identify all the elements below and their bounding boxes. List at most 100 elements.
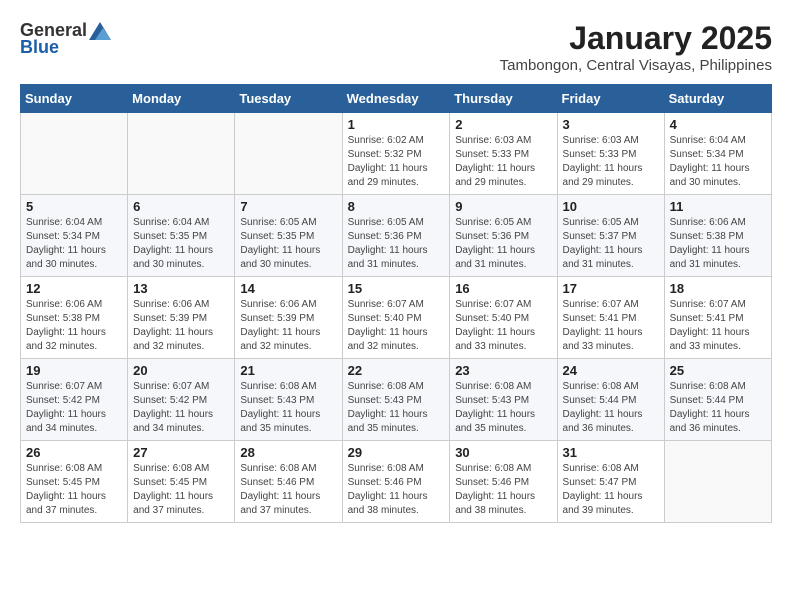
day-number: 27 [133,445,229,460]
day-cell-26: 26Sunrise: 6:08 AMSunset: 5:45 PMDayligh… [21,441,128,523]
week-row-4: 19 Sunrise: 6:07 AMSunset: 5:42 PMDayligh… [21,359,772,441]
day-cell-31: 31 Sunrise: 6:08 AMSunset: 5:47 PMDayligh… [557,441,664,523]
logo-blue: Blue [20,37,59,58]
day-cell-16: 16 Sunrise: 6:07 AMSunset: 5:40 PMDayligh… [450,277,557,359]
day-info: Sunrise: 6:08 AMSunset: 5:46 PMDaylight:… [455,462,551,518]
day-number: 13 [133,281,229,296]
page-header: General Blue January 2025 Tambongon, Cen… [20,20,772,74]
day-number: 12 [26,281,122,296]
empty-cell [21,113,128,195]
day-info: Sunrise: 6:08 AMSunset: 5:46 PMDaylight:… [240,462,336,518]
weekday-header-sunday: Sunday [21,85,128,113]
day-number: 28 [240,445,336,460]
day-cell-19: 19 Sunrise: 6:07 AMSunset: 5:42 PMDayligh… [21,359,128,441]
day-number: 4 [670,117,766,132]
day-info: Sunrise: 6:08 AMSunset: 5:43 PMDaylight:… [348,380,445,436]
day-info: Sunrise: 6:08 AMSunset: 5:43 PMDaylight:… [455,380,551,436]
day-cell-12: 12Sunrise: 6:06 AMSunset: 5:38 PMDayligh… [21,277,128,359]
day-info: Sunrise: 6:07 AMSunset: 5:40 PMDaylight:… [348,298,445,354]
day-number: 10 [563,199,659,214]
day-info: Sunrise: 6:04 AMSunset: 5:34 PMDaylight:… [670,134,766,190]
day-cell-30: 30 Sunrise: 6:08 AMSunset: 5:46 PMDayligh… [450,441,557,523]
day-number: 25 [670,363,766,378]
day-number: 17 [563,281,659,296]
day-cell-13: 13Sunrise: 6:06 AMSunset: 5:39 PMDayligh… [128,277,235,359]
day-number: 9 [455,199,551,214]
day-cell-18: 18 Sunrise: 6:07 AMSunset: 5:41 PMDayligh… [664,277,771,359]
day-info: Sunrise: 6:08 AMSunset: 5:44 PMDaylight:… [670,380,766,436]
weekday-header-tuesday: Tuesday [235,85,342,113]
day-info: Sunrise: 6:08 AMSunset: 5:43 PMDaylight:… [240,380,336,436]
day-number: 11 [670,199,766,214]
day-number: 2 [455,117,551,132]
day-info: Sunrise: 6:03 AMSunset: 5:33 PMDaylight:… [455,134,551,190]
day-info: Sunrise: 6:07 AMSunset: 5:42 PMDaylight:… [133,380,229,436]
weekday-header-wednesday: Wednesday [342,85,450,113]
day-info: Sunrise: 6:08 AMSunset: 5:46 PMDaylight:… [348,462,445,518]
day-cell-7: 7 Sunrise: 6:05 AMSunset: 5:35 PMDaylight… [235,195,342,277]
day-info: Sunrise: 6:05 AMSunset: 5:36 PMDaylight:… [348,216,445,272]
day-number: 21 [240,363,336,378]
week-row-1: 1 Sunrise: 6:02 AMSunset: 5:32 PMDaylight… [21,113,772,195]
title-block: January 2025 Tambongon, Central Visayas,… [500,20,772,74]
day-cell-1: 1 Sunrise: 6:02 AMSunset: 5:32 PMDaylight… [342,113,450,195]
day-number: 31 [563,445,659,460]
day-number: 30 [455,445,551,460]
day-cell-24: 24 Sunrise: 6:08 AMSunset: 5:44 PMDayligh… [557,359,664,441]
day-info: Sunrise: 6:07 AMSunset: 5:40 PMDaylight:… [455,298,551,354]
weekday-header-friday: Friday [557,85,664,113]
weekday-header-monday: Monday [128,85,235,113]
day-cell-8: 8 Sunrise: 6:05 AMSunset: 5:36 PMDaylight… [342,195,450,277]
day-number: 7 [240,199,336,214]
day-number: 22 [348,363,445,378]
day-info: Sunrise: 6:07 AMSunset: 5:41 PMDaylight:… [563,298,659,354]
day-cell-3: 3 Sunrise: 6:03 AMSunset: 5:33 PMDaylight… [557,113,664,195]
month-title: January 2025 [500,20,772,57]
logo-icon [89,22,111,40]
day-info: Sunrise: 6:02 AMSunset: 5:32 PMDaylight:… [348,134,445,190]
day-info: Sunrise: 6:05 AMSunset: 5:35 PMDaylight:… [240,216,336,272]
day-cell-2: 2 Sunrise: 6:03 AMSunset: 5:33 PMDaylight… [450,113,557,195]
day-info: Sunrise: 6:06 AMSunset: 5:38 PMDaylight:… [670,216,766,272]
day-info: Sunrise: 6:08 AMSunset: 5:47 PMDaylight:… [563,462,659,518]
weekday-header-saturday: Saturday [664,85,771,113]
day-number: 29 [348,445,445,460]
day-cell-28: 28 Sunrise: 6:08 AMSunset: 5:46 PMDayligh… [235,441,342,523]
day-info: Sunrise: 6:07 AMSunset: 5:41 PMDaylight:… [670,298,766,354]
week-row-5: 26Sunrise: 6:08 AMSunset: 5:45 PMDayligh… [21,441,772,523]
weekday-header-row: SundayMondayTuesdayWednesdayThursdayFrid… [21,85,772,113]
day-cell-23: 23 Sunrise: 6:08 AMSunset: 5:43 PMDayligh… [450,359,557,441]
day-number: 20 [133,363,229,378]
empty-cell [664,441,771,523]
location-title: Tambongon, Central Visayas, Philippines [500,57,772,74]
day-number: 3 [563,117,659,132]
day-cell-5: 5Sunrise: 6:04 AMSunset: 5:34 PMDaylight… [21,195,128,277]
day-info: Sunrise: 6:04 AMSunset: 5:34 PMDaylight:… [26,216,122,272]
day-number: 18 [670,281,766,296]
day-cell-6: 6Sunrise: 6:04 AMSunset: 5:35 PMDaylight… [128,195,235,277]
logo: General Blue [20,20,111,58]
day-number: 15 [348,281,445,296]
day-number: 24 [563,363,659,378]
day-cell-14: 14Sunrise: 6:06 AMSunset: 5:39 PMDayligh… [235,277,342,359]
day-info: Sunrise: 6:03 AMSunset: 5:33 PMDaylight:… [563,134,659,190]
day-cell-15: 15 Sunrise: 6:07 AMSunset: 5:40 PMDayligh… [342,277,450,359]
day-info: Sunrise: 6:04 AMSunset: 5:35 PMDaylight:… [133,216,229,272]
day-cell-29: 29 Sunrise: 6:08 AMSunset: 5:46 PMDayligh… [342,441,450,523]
day-info: Sunrise: 6:08 AMSunset: 5:45 PMDaylight:… [26,462,122,518]
day-number: 1 [348,117,445,132]
day-number: 8 [348,199,445,214]
day-info: Sunrise: 6:08 AMSunset: 5:44 PMDaylight:… [563,380,659,436]
day-number: 19 [26,363,122,378]
day-number: 23 [455,363,551,378]
day-cell-17: 17 Sunrise: 6:07 AMSunset: 5:41 PMDayligh… [557,277,664,359]
week-row-3: 12Sunrise: 6:06 AMSunset: 5:38 PMDayligh… [21,277,772,359]
week-row-2: 5Sunrise: 6:04 AMSunset: 5:34 PMDaylight… [21,195,772,277]
empty-cell [235,113,342,195]
day-number: 16 [455,281,551,296]
day-cell-20: 20 Sunrise: 6:07 AMSunset: 5:42 PMDayligh… [128,359,235,441]
day-info: Sunrise: 6:07 AMSunset: 5:42 PMDaylight:… [26,380,122,436]
weekday-header-thursday: Thursday [450,85,557,113]
empty-cell [128,113,235,195]
day-cell-25: 25 Sunrise: 6:08 AMSunset: 5:44 PMDayligh… [664,359,771,441]
